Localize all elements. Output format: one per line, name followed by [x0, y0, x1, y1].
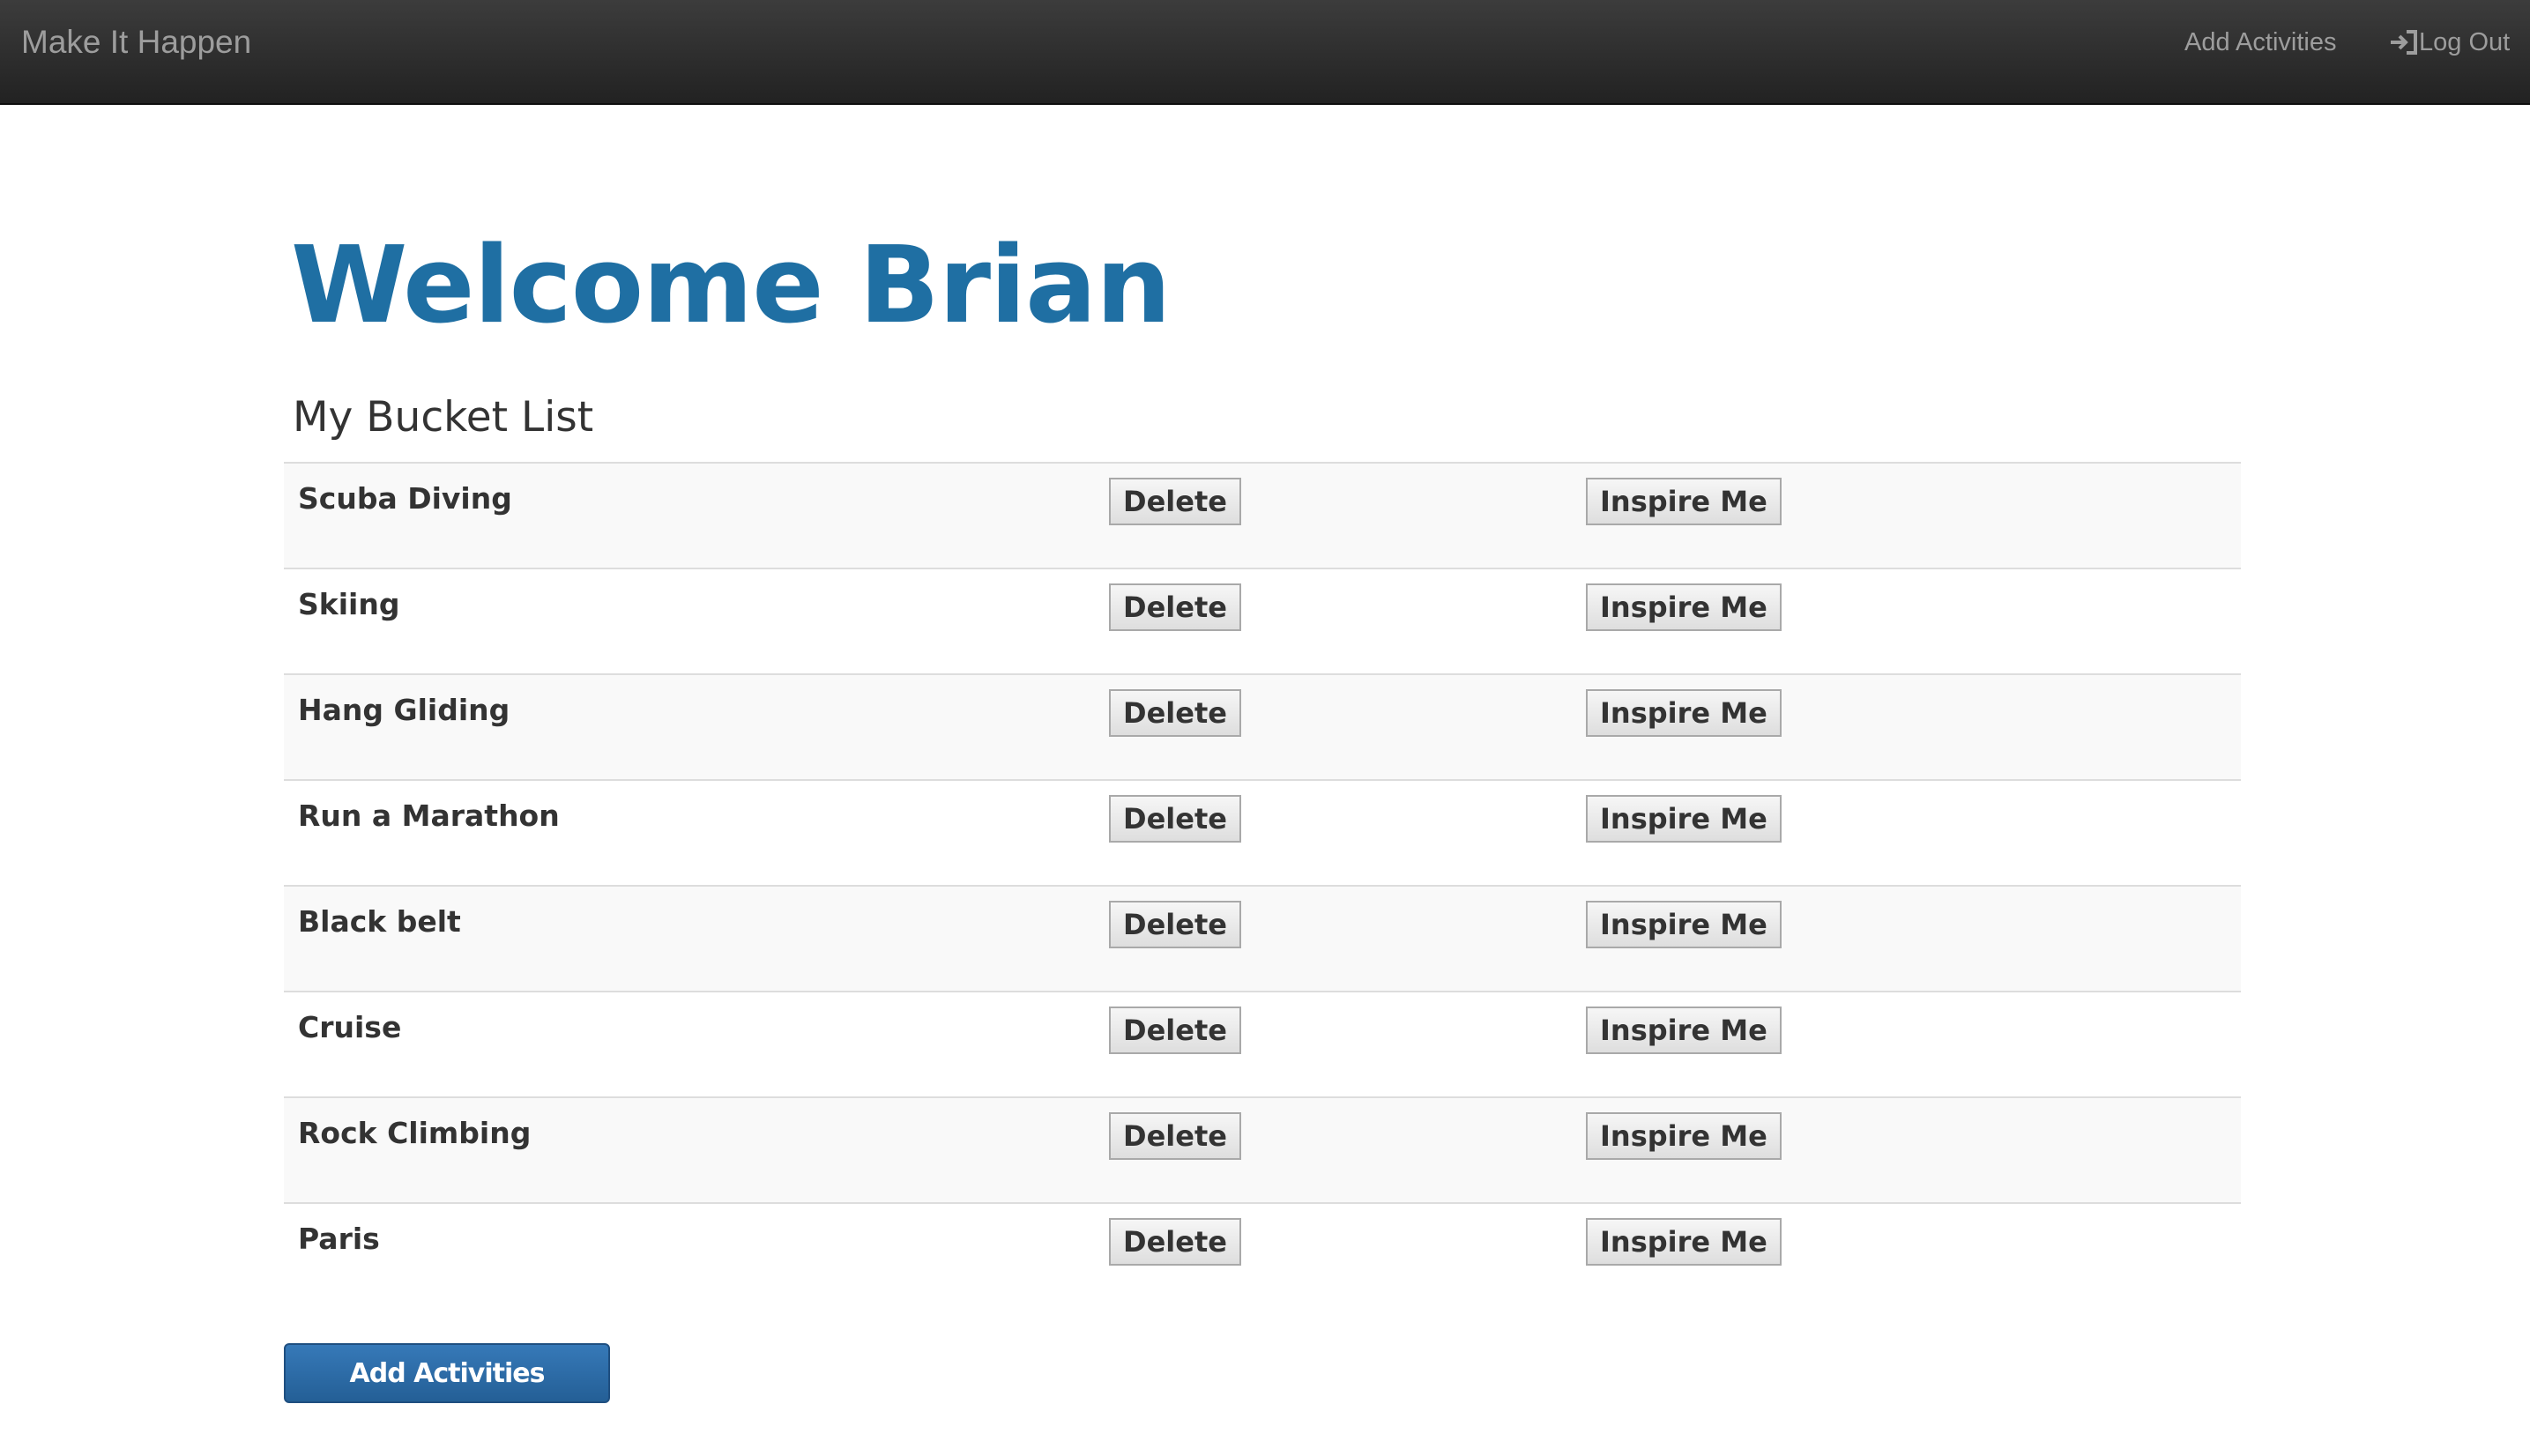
- activity-name: Rock Climbing: [298, 1116, 532, 1150]
- table-row: Hang Gliding Delete Inspire Me: [284, 673, 2241, 779]
- delete-button[interactable]: Delete: [1109, 1218, 1241, 1266]
- delete-button[interactable]: Delete: [1109, 689, 1241, 737]
- inspire-me-button[interactable]: Inspire Me: [1586, 901, 1782, 948]
- activity-name: Black belt: [298, 904, 461, 939]
- brand-link[interactable]: Make It Happen: [21, 23, 251, 62]
- inspire-me-button[interactable]: Inspire Me: [1586, 795, 1782, 843]
- delete-button[interactable]: Delete: [1109, 478, 1241, 525]
- activity-name: Run a Marathon: [298, 799, 560, 833]
- table-row: Skiing Delete Inspire Me: [284, 568, 2241, 673]
- bucket-list-heading: My Bucket List: [293, 393, 594, 442]
- activity-name: Cruise: [298, 1010, 402, 1044]
- inspire-me-button[interactable]: Inspire Me: [1586, 1007, 1782, 1054]
- log-in-arrow-icon: [2389, 29, 2419, 56]
- page-title: Welcome Brian: [291, 225, 1172, 347]
- inspire-me-button[interactable]: Inspire Me: [1586, 478, 1782, 525]
- activity-name: Paris: [298, 1222, 380, 1256]
- add-activities-button[interactable]: Add Activities: [284, 1343, 610, 1403]
- nav-log-out-link[interactable]: Log Out: [2389, 26, 2510, 58]
- log-out-label: Log Out: [2419, 28, 2511, 56]
- delete-button[interactable]: Delete: [1109, 795, 1241, 843]
- activity-name: Hang Gliding: [298, 693, 510, 727]
- top-navbar: Make It Happen Add Activities Log Out: [0, 0, 2530, 105]
- inspire-me-button[interactable]: Inspire Me: [1586, 689, 1782, 737]
- inspire-me-button[interactable]: Inspire Me: [1586, 1218, 1782, 1266]
- table-row: Paris Delete Inspire Me: [284, 1202, 2241, 1308]
- table-row: Cruise Delete Inspire Me: [284, 991, 2241, 1096]
- delete-button[interactable]: Delete: [1109, 583, 1241, 631]
- table-row: Scuba Diving Delete Inspire Me: [284, 462, 2241, 568]
- delete-button[interactable]: Delete: [1109, 901, 1241, 948]
- nav-add-activities-link[interactable]: Add Activities: [2184, 26, 2336, 58]
- delete-button[interactable]: Delete: [1109, 1007, 1241, 1054]
- table-row: Run a Marathon Delete Inspire Me: [284, 779, 2241, 885]
- table-row: Rock Climbing Delete Inspire Me: [284, 1096, 2241, 1202]
- activity-name: Scuba Diving: [298, 481, 512, 516]
- activity-name: Skiing: [298, 587, 400, 621]
- inspire-me-button[interactable]: Inspire Me: [1586, 583, 1782, 631]
- table-row: Black belt Delete Inspire Me: [284, 885, 2241, 991]
- inspire-me-button[interactable]: Inspire Me: [1586, 1112, 1782, 1160]
- bucket-list-table: Scuba Diving Delete Inspire Me Skiing De…: [284, 462, 2241, 1308]
- delete-button[interactable]: Delete: [1109, 1112, 1241, 1160]
